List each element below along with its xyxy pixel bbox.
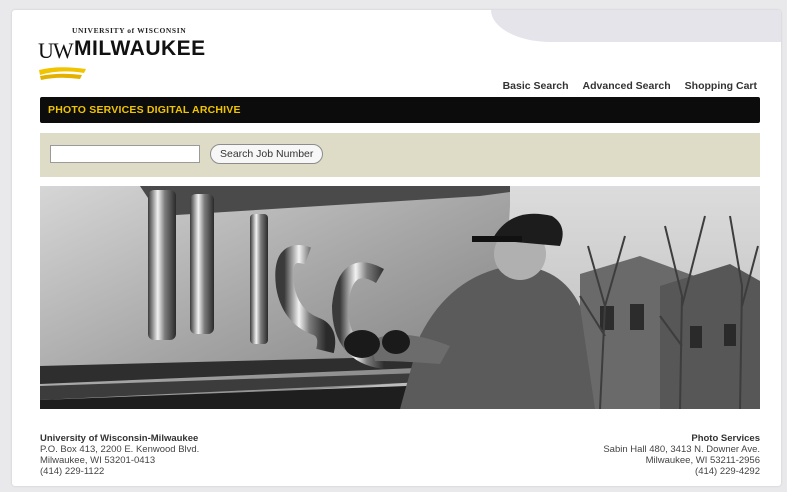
hero-photo: [40, 186, 760, 409]
search-job-number-button[interactable]: Search Job Number: [210, 144, 324, 164]
footer-university-address: University of Wisconsin-Milwaukee P.O. B…: [40, 433, 199, 477]
footer-university-line2: Milwaukee, WI 53201-0413: [40, 455, 156, 466]
nav-shopping-cart[interactable]: Shopping Cart: [685, 80, 757, 92]
nav-advanced-search[interactable]: Advanced Search: [583, 80, 671, 92]
header-tab-shape: [491, 10, 781, 42]
archive-title: PHOTO SERVICES DIGITAL ARCHIVE: [48, 104, 241, 116]
logo-milwaukee-text: MILWAUKEE: [74, 37, 206, 60]
job-number-input[interactable]: [50, 145, 200, 163]
search-bar: Search Job Number: [40, 133, 760, 177]
footer-photo-services-address: Photo Services Sabin Hall 480, 3413 N. D…: [603, 433, 760, 477]
top-navigation: Basic Search Advanced Search Shopping Ca…: [503, 80, 757, 92]
footer-photo-services-name: Photo Services: [691, 433, 760, 444]
uwm-logo[interactable]: UNIVERSITY of WISCONSIN UW MILWAUKEE: [38, 26, 238, 86]
footer-university-line1: P.O. Box 413, 2200 E. Kenwood Blvd.: [40, 444, 200, 455]
footer-photo-services-phone: (414) 229-4292: [695, 466, 760, 477]
logo-swoosh-icon: [39, 67, 86, 80]
footer-university-phone: (414) 229-1122: [40, 466, 105, 477]
page-container: UNIVERSITY of WISCONSIN UW MILWAUKEE Bas…: [12, 10, 781, 486]
nav-basic-search[interactable]: Basic Search: [503, 80, 569, 92]
footer-photo-services-line1: Sabin Hall 480, 3413 N. Downer Ave.: [603, 444, 760, 455]
footer-university-name: University of Wisconsin-Milwaukee: [40, 433, 199, 444]
logo-uw-text: UW: [38, 38, 74, 63]
footer-photo-services-line2: Milwaukee, WI 53211-2956: [645, 455, 760, 466]
archive-title-bar: PHOTO SERVICES DIGITAL ARCHIVE: [40, 97, 760, 123]
hero-photo-icon: [40, 186, 760, 409]
logo-university-text: UNIVERSITY of WISCONSIN: [72, 26, 187, 35]
